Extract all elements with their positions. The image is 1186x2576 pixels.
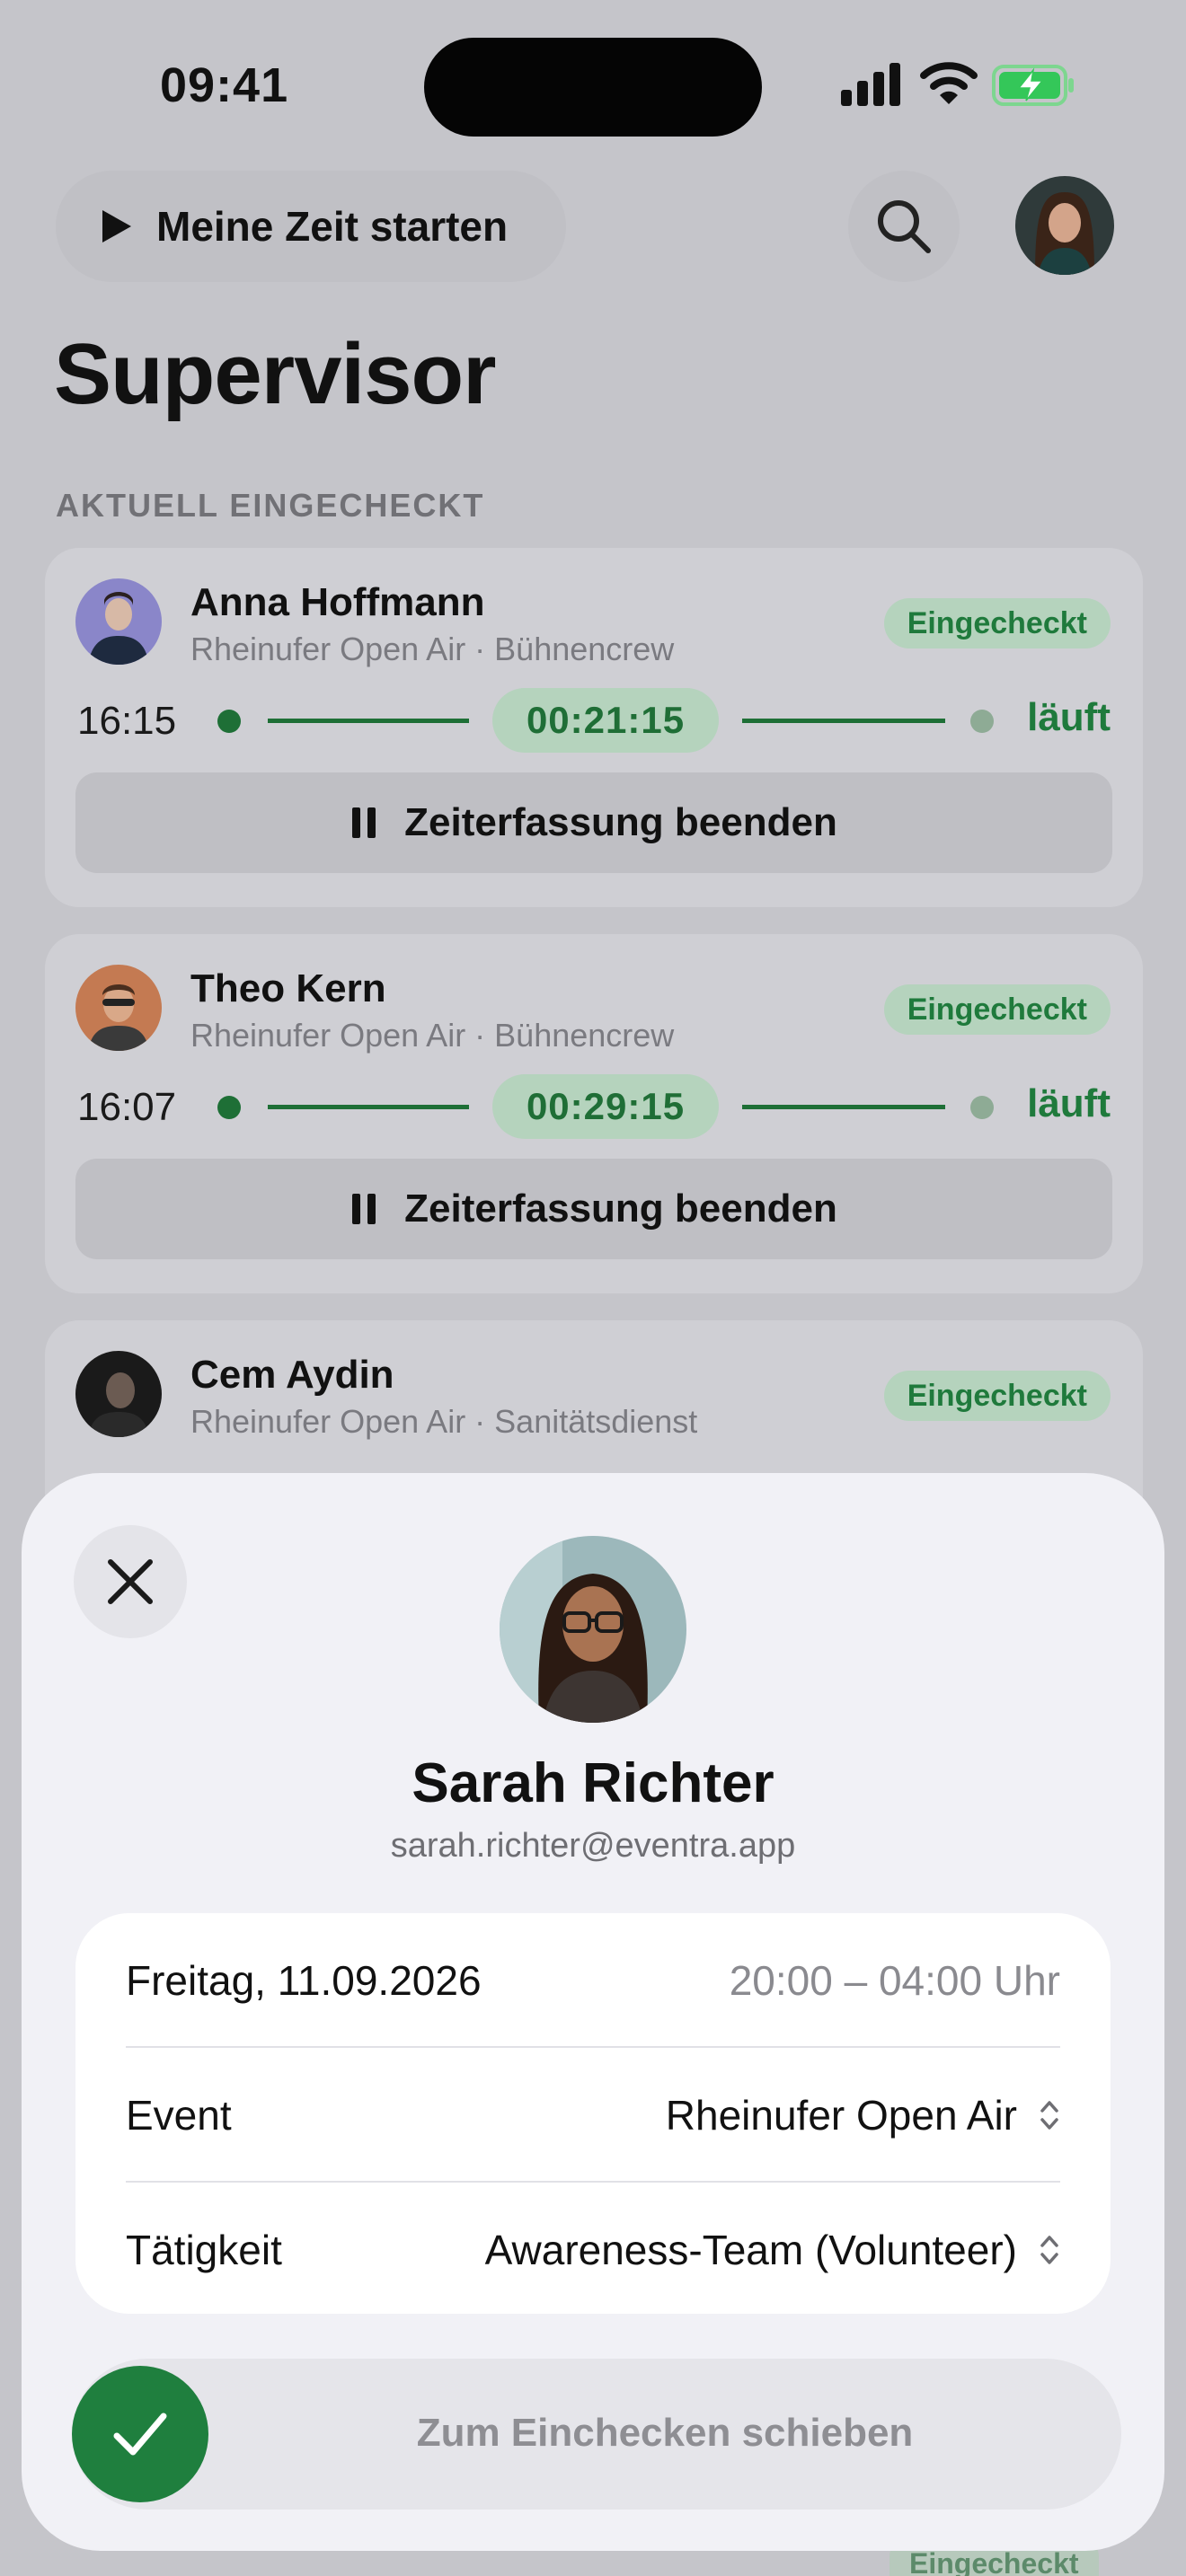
stop-tracking-button[interactable]: Zeiterfassung beenden (75, 1159, 1112, 1259)
close-icon (108, 1559, 153, 1604)
chevron-up-down-icon (1040, 2101, 1058, 2130)
elapsed-timer: 00:29:15 (492, 1074, 719, 1139)
avatar (75, 1351, 162, 1437)
shift-time-range: 20:00 – 04:00 Uhr (729, 1957, 1060, 2004)
slide-to-check-in-handle[interactable] (72, 2366, 208, 2502)
avatar (75, 965, 162, 1051)
start-my-time-label: Meine Zeit starten (156, 203, 509, 250)
status-badge: Eingecheckt (883, 1371, 1111, 1421)
cellular-signal-icon (841, 63, 900, 106)
event-value: Rheinufer Open Air (665, 2092, 1017, 2139)
profile-avatar-button[interactable] (1015, 176, 1114, 275)
person-name: Cem Aydin (190, 1353, 394, 1397)
elapsed-timer: 00:21:15 (492, 688, 719, 753)
avatar-photo (1015, 176, 1114, 275)
person-name: Sarah Richter (412, 1752, 774, 1814)
status-time: 09:41 (160, 58, 289, 112)
start-time: 16:07 (77, 1085, 177, 1129)
stop-tracking-button[interactable]: Zeiterfassung beenden (75, 772, 1112, 873)
timeline-end-dot (970, 710, 994, 733)
page-title: Supervisor (54, 326, 497, 422)
wifi-icon (920, 62, 978, 104)
start-my-time-button[interactable]: Meine Zeit starten (56, 171, 566, 282)
close-button[interactable] (74, 1525, 187, 1638)
activity-picker-row[interactable]: Tätigkeit Awareness-Team (Volunteer) (126, 2183, 1060, 2317)
event-picker-row[interactable]: Event Rheinufer Open Air (126, 2048, 1060, 2183)
person-name: Anna Hoffmann (190, 580, 485, 624)
avatar (75, 578, 162, 665)
timeline-start-dot (217, 1096, 241, 1119)
chevron-up-down-icon (1040, 2236, 1058, 2264)
section-label: AKTUELL EINGECHECKT (56, 487, 485, 524)
shift-details-group: Freitag, 11.09.2026 20:00 – 04:00 Uhr Ev… (75, 1913, 1111, 2314)
avatar (500, 1536, 686, 1723)
timeline-end-dot (970, 1096, 994, 1119)
timeline-line (268, 719, 469, 723)
person-subtitle: Rheinufer Open Air · Sanitätsdienst (190, 1403, 698, 1440)
slide-to-check-in-label: Zum Einchecken schieben (416, 2411, 914, 2455)
timeline-start-dot (217, 710, 241, 733)
search-button[interactable] (848, 171, 960, 282)
start-time: 16:15 (77, 699, 177, 743)
running-status: läuft (1027, 1081, 1111, 1125)
checked-in-card[interactable]: Anna Hoffmann Rheinufer Open Air · Bühne… (45, 548, 1143, 907)
activity-value: Awareness-Team (Volunteer) (484, 2227, 1017, 2273)
battery-charging-icon (992, 65, 1074, 106)
person-email: sarah.richter@eventra.app (390, 1827, 796, 1865)
pause-icon (352, 807, 376, 838)
timeline-line (742, 719, 945, 723)
person-subtitle: Rheinufer Open Air · Bühnencrew (190, 1017, 675, 1054)
timeline-line (742, 1105, 945, 1109)
event-label: Event (126, 2092, 232, 2139)
shift-date: Freitag, 11.09.2026 (126, 1957, 482, 2004)
dynamic-island (424, 38, 762, 137)
play-icon (102, 210, 131, 243)
status-badge: Eingecheckt (883, 598, 1111, 648)
person-name: Theo Kern (190, 966, 386, 1010)
shift-date-row: Freitag, 11.09.2026 20:00 – 04:00 Uhr (126, 1913, 1060, 2048)
activity-label: Tätigkeit (126, 2227, 282, 2273)
timeline-line (268, 1105, 469, 1109)
person-subtitle: Rheinufer Open Air · Bühnencrew (190, 631, 675, 667)
running-status: läuft (1027, 695, 1111, 739)
search-icon (878, 200, 931, 253)
pause-icon (352, 1194, 376, 1224)
checkmark-icon (113, 2413, 167, 2456)
stop-tracking-label: Zeiterfassung beenden (404, 1187, 837, 1231)
activity-picker[interactable]: Awareness-Team (Volunteer) (485, 2226, 1060, 2274)
status-badge: Eingecheckt (883, 984, 1111, 1035)
event-picker[interactable]: Rheinufer Open Air (666, 2091, 1060, 2139)
checked-in-card[interactable]: Theo Kern Rheinufer Open Air · Bühnencre… (45, 934, 1143, 1293)
stop-tracking-label: Zeiterfassung beenden (404, 800, 837, 844)
